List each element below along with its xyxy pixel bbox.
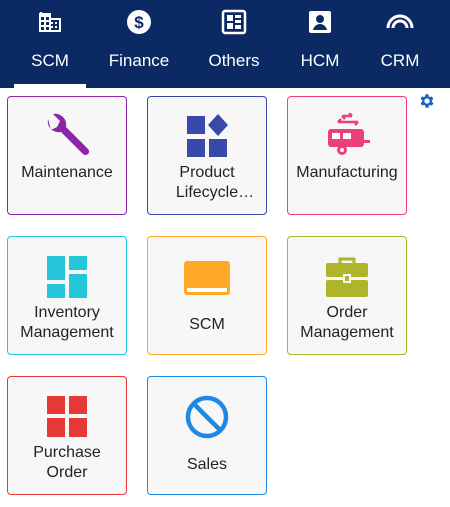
tile-label: Order Management — [300, 304, 394, 341]
block-icon — [185, 395, 229, 439]
active-tab-indicator — [14, 84, 86, 88]
grid-icon — [221, 9, 247, 35]
tile-label: Maintenance — [21, 164, 113, 181]
gear-icon[interactable] — [418, 92, 436, 110]
shapes-icon — [187, 114, 228, 157]
tab-scm[interactable]: SCM — [14, 0, 86, 88]
tile-manufacturing[interactable]: Manufacturing — [287, 96, 407, 215]
tile-sales[interactable]: Sales — [147, 376, 267, 495]
tab-others[interactable]: Others — [196, 0, 272, 88]
signal-icon — [386, 14, 414, 29]
tab-label: HCM — [300, 51, 340, 70]
tile-label: Product Lifecycle Management — [175, 164, 239, 201]
tile-purchase-order[interactable]: Purchase Order — [7, 376, 127, 495]
laptop-icon — [184, 261, 230, 295]
tab-crm[interactable]: CRM — [370, 0, 430, 88]
briefcase-icon — [326, 257, 368, 297]
tab-label: SCM — [31, 51, 69, 70]
tab-label: CRM — [380, 51, 420, 70]
tab-label: Finance — [108, 51, 170, 70]
tile-maintenance[interactable]: Maintenance — [7, 96, 127, 215]
dashboard-icon — [47, 256, 87, 298]
tab-hcm[interactable]: HCM — [288, 0, 352, 88]
top-nav-bar: SCM $ Finance Others HCM CRM — [0, 0, 450, 88]
badge-icon — [309, 11, 331, 33]
tile-label: Sales — [186, 456, 228, 473]
tile-inventory-management[interactable]: Inventory Management — [7, 236, 127, 355]
tile-label: SCM — [189, 316, 225, 333]
window-icon — [47, 396, 87, 437]
svg-text:$: $ — [134, 13, 144, 32]
dollar-icon: $ — [127, 10, 151, 34]
tab-label: Others — [208, 51, 260, 70]
tab-finance[interactable]: $ Finance — [100, 0, 178, 88]
tile-label: Manufacturing — [296, 164, 398, 181]
tile-label: Inventory Management — [20, 304, 114, 341]
building-icon — [39, 12, 61, 32]
tile-order-management[interactable]: Order Management — [287, 236, 407, 355]
tile-scm[interactable]: SCM — [147, 236, 267, 355]
tile-product-lifecycle[interactable]: Product Lifecycle Management — [147, 96, 267, 215]
tile-label: Purchase Order — [33, 444, 101, 481]
trailer-icon — [328, 113, 370, 155]
wrench-icon — [47, 113, 90, 156]
